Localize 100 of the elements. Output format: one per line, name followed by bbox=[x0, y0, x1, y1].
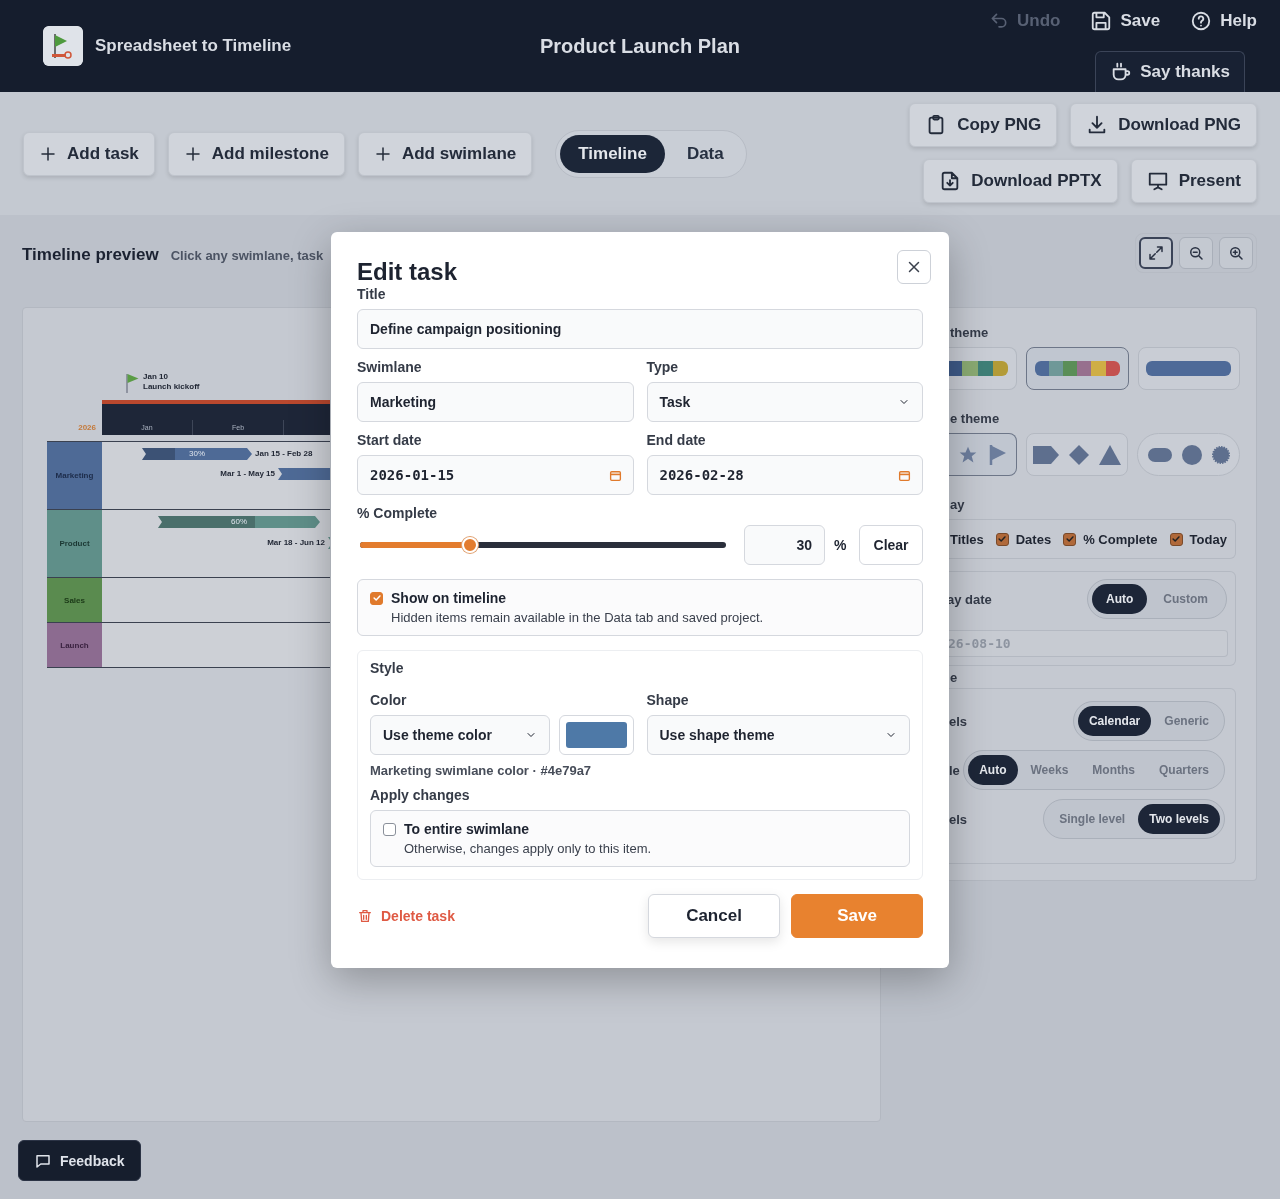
save-button[interactable]: Save bbox=[1090, 8, 1161, 34]
toggle-option[interactable]: Auto bbox=[1092, 584, 1148, 614]
download-pptx-button[interactable]: Download PPTX bbox=[923, 159, 1118, 203]
section-label: e theme bbox=[950, 410, 1001, 428]
zoom-in-button[interactable] bbox=[1219, 237, 1253, 269]
checkbox-label: Show on timeline bbox=[391, 590, 508, 606]
flag-icon bbox=[126, 373, 140, 393]
title-field[interactable]: Define campaign positioning bbox=[357, 309, 923, 349]
task-bar[interactable]: 60% bbox=[158, 516, 320, 528]
check-icon bbox=[1171, 534, 1182, 544]
swimlane-row[interactable]: 30% Jan 15 - Feb 28 Mar 1 - May 15 bbox=[102, 442, 330, 509]
add-button[interactable]: Add milestone bbox=[167, 131, 345, 176]
date-range: Mar 18 - Jun 12 bbox=[267, 537, 325, 549]
color-select[interactable]: Use theme color bbox=[370, 715, 550, 755]
checkbox[interactable] bbox=[1169, 532, 1183, 546]
color-theme-option[interactable] bbox=[1026, 347, 1129, 390]
checkbox[interactable] bbox=[370, 591, 383, 605]
badge-icon bbox=[1211, 445, 1230, 464]
option-label: els bbox=[949, 713, 968, 729]
slider-thumb[interactable] bbox=[461, 537, 478, 553]
unit-label: % bbox=[834, 537, 848, 553]
cancel-button[interactable]: Cancel bbox=[648, 894, 780, 938]
hint-text: Hidden items remain available in the Data tab and saved project. bbox=[391, 610, 765, 625]
milestone-date: Jan 10 bbox=[143, 372, 169, 382]
type-select[interactable]: Task bbox=[646, 382, 923, 422]
fit-button[interactable] bbox=[1139, 237, 1173, 269]
option-label: Dates bbox=[1015, 531, 1052, 547]
coffee-cup-icon bbox=[1110, 61, 1133, 83]
feedback-button[interactable]: Feedback bbox=[18, 1140, 141, 1181]
toggle-option[interactable]: Two levels bbox=[1138, 804, 1220, 834]
toggle-option[interactable]: Calendar bbox=[1077, 706, 1152, 736]
view-tab[interactable]: Data bbox=[668, 134, 742, 173]
option-label: els bbox=[949, 811, 968, 827]
add-button[interactable]: Add swimlane bbox=[357, 131, 533, 176]
calendar-icon bbox=[898, 469, 911, 482]
plus-icon bbox=[39, 144, 57, 163]
swimlane-field[interactable]: Marketing bbox=[357, 382, 634, 422]
field-label: Title bbox=[357, 286, 387, 302]
progress-label: 60% bbox=[231, 516, 247, 528]
date-range: Mar 1 - May 15 bbox=[220, 468, 275, 480]
field-label: End date bbox=[646, 432, 707, 448]
section-label: e bbox=[950, 670, 959, 687]
percent-slider[interactable] bbox=[360, 537, 726, 553]
task-bar[interactable]: 30% bbox=[142, 448, 252, 460]
close-button[interactable] bbox=[897, 250, 931, 284]
undo-icon bbox=[989, 11, 1009, 31]
checkbox[interactable] bbox=[1063, 532, 1077, 546]
shape-select[interactable]: Use shape theme bbox=[646, 715, 910, 755]
triangle-icon bbox=[1099, 444, 1122, 465]
option-label: Today bbox=[1189, 531, 1227, 547]
delete-task-button[interactable]: Delete task bbox=[357, 908, 455, 924]
flag-icon bbox=[987, 443, 1008, 466]
swimlane-row[interactable]: 60% Mar 18 - Jun 12 bbox=[102, 510, 330, 577]
option-label: % Complete bbox=[1083, 531, 1158, 547]
circle-icon bbox=[1181, 444, 1202, 465]
expand-icon bbox=[1147, 244, 1165, 262]
plus-icon bbox=[373, 144, 392, 163]
checkbox-label: To entire swimlane bbox=[404, 821, 530, 837]
checkbox[interactable] bbox=[383, 822, 396, 836]
present-button[interactable]: Present bbox=[1130, 159, 1257, 203]
toggle-option[interactable]: Auto bbox=[968, 755, 1018, 785]
year-label: 2026 bbox=[77, 422, 97, 434]
say-thanks-button[interactable]: Say thanks bbox=[1095, 51, 1245, 92]
section-title: Style bbox=[370, 660, 405, 676]
view-tab[interactable]: Timeline bbox=[560, 134, 665, 173]
copy-png-button[interactable]: Copy PNG bbox=[909, 103, 1058, 147]
end-date-field[interactable]: 2026-02-28 bbox=[646, 455, 923, 495]
date-range: Jan 15 - Feb 28 bbox=[255, 448, 313, 460]
field-label: Color bbox=[370, 692, 408, 708]
download-png-button[interactable]: Download PNG bbox=[1070, 103, 1257, 147]
plus-icon bbox=[183, 144, 202, 163]
shape-theme-option[interactable] bbox=[1025, 433, 1129, 476]
checkbox[interactable] bbox=[995, 532, 1009, 546]
field-label: Start date bbox=[357, 432, 423, 448]
color-picker[interactable] bbox=[558, 715, 634, 755]
percent-field[interactable]: 30 bbox=[744, 525, 825, 565]
hint-text: Otherwise, changes apply only to this item. bbox=[404, 841, 653, 856]
zoom-out-button[interactable] bbox=[1179, 237, 1213, 269]
field-label: % Complete bbox=[357, 505, 439, 521]
calendar-icon bbox=[608, 469, 622, 482]
presentation-icon bbox=[1146, 170, 1169, 192]
app-name: Spreadsheet to Timeline bbox=[95, 36, 292, 56]
diamond-icon bbox=[1069, 444, 1090, 465]
zoom-out-icon bbox=[1187, 244, 1205, 262]
start-date-field[interactable]: 2026-01-15 bbox=[357, 455, 634, 495]
color-theme-option[interactable] bbox=[947, 347, 1017, 390]
hint-text: Click any swimlane, task bbox=[170, 248, 324, 263]
clear-button[interactable]: Clear bbox=[859, 525, 923, 565]
color-theme-option[interactable] bbox=[1137, 347, 1240, 390]
option-label: le bbox=[949, 762, 960, 778]
check-icon bbox=[997, 534, 1008, 544]
check-icon bbox=[1064, 534, 1075, 544]
option-label: Titles bbox=[950, 531, 984, 547]
zoom-in-icon bbox=[1227, 244, 1245, 262]
shape-theme-option[interactable] bbox=[1137, 433, 1240, 476]
shape-theme-option[interactable] bbox=[947, 433, 1017, 476]
check-icon bbox=[371, 593, 382, 603]
field-label: Swimlane bbox=[357, 359, 423, 375]
add-button[interactable]: Add task bbox=[23, 131, 155, 176]
help-button[interactable]: Help bbox=[1190, 8, 1257, 34]
